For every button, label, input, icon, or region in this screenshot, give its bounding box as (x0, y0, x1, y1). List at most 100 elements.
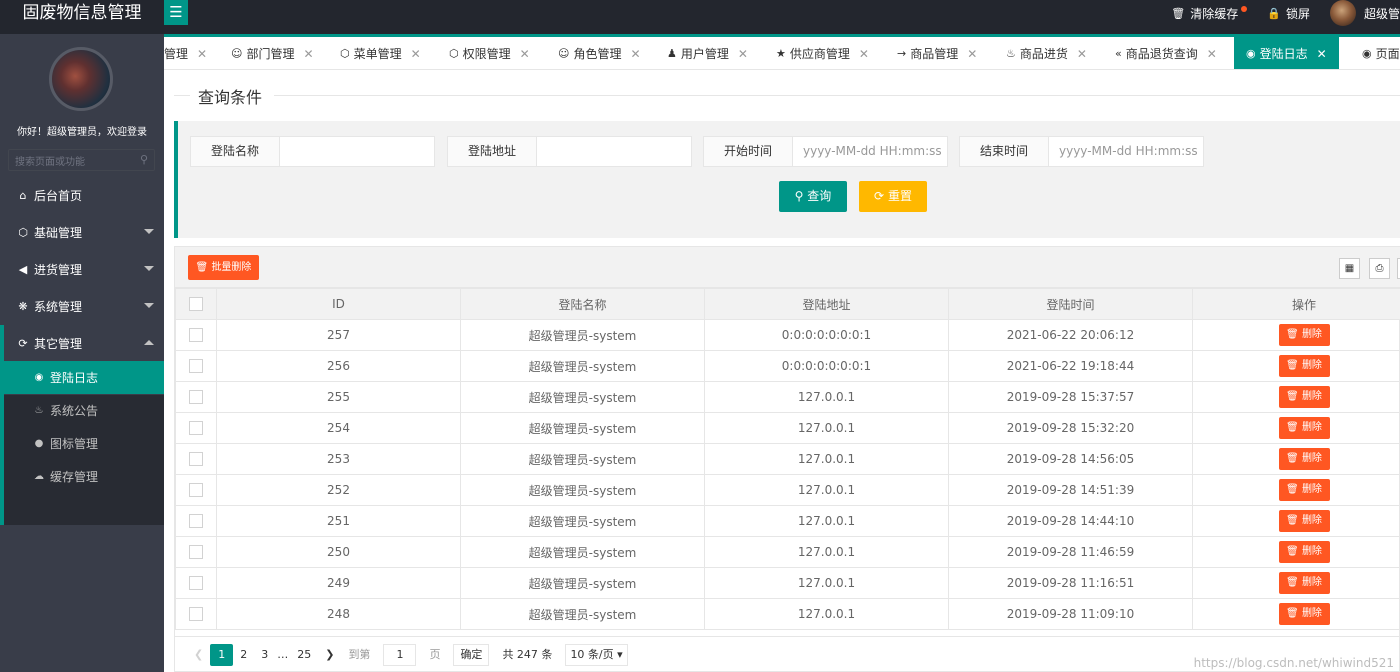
goto-page-input[interactable]: 1 (383, 643, 417, 666)
sidebar-subitem-label: 系统公告 (50, 404, 99, 418)
start-time-input[interactable]: yyyy-MM-dd HH:mm:ss (793, 136, 948, 167)
sidebar-item-purchase[interactable]: ◀ 进货管理 (0, 251, 164, 288)
delete-button[interactable]: 🗑 删除 (1278, 355, 1330, 377)
reset-button[interactable]: ⟳ 重置 (859, 181, 927, 212)
delete-button[interactable]: 🗑 删除 (1278, 448, 1330, 470)
eye-icon: ◉ (34, 372, 44, 383)
print-icon[interactable]: ⎙ (1369, 258, 1390, 279)
tab-page[interactable]: ◉ 页面 (1362, 37, 1400, 69)
page-size-select[interactable]: 10 条/页 ▾ (565, 643, 628, 666)
delete-button[interactable]: 🗑 删除 (1278, 479, 1330, 501)
columns-filter-icon[interactable]: ▦ (1339, 258, 1360, 279)
close-icon[interactable]: ✕ (1207, 47, 1217, 61)
sidebar-item-home[interactable]: ⌂ 后台首页 (0, 177, 164, 214)
delete-button[interactable]: 🗑 删除 (1278, 603, 1330, 625)
delete-button[interactable]: 🗑 删除 (1278, 510, 1330, 532)
select-all-checkbox[interactable] (189, 297, 203, 312)
user-menu[interactable]: 超级管 (1320, 0, 1400, 26)
cart-icon: → (897, 47, 907, 60)
tab-login-log[interactable]: ◉ 登陆日志 ✕ (1234, 37, 1339, 69)
cell-login-time: 2019-09-28 15:32:20 (948, 412, 1193, 444)
sidebar-subitem-notice[interactable]: ♨ 系统公告 (0, 394, 164, 427)
close-icon[interactable]: ✕ (1317, 47, 1327, 61)
sidebar-subitem-login-log[interactable]: ◉ 登陆日志 (0, 361, 164, 394)
close-icon[interactable]: ✕ (859, 47, 869, 61)
page-3[interactable]: 3 (254, 644, 275, 666)
cell-login-name: 超级管理员-system (460, 412, 705, 444)
delete-button[interactable]: 🗑 删除 (1278, 417, 1330, 439)
field-label: 登陆地址 (447, 136, 537, 167)
clear-cache-button[interactable]: 🗑 清除缓存 (1161, 0, 1257, 26)
row-checkbox[interactable] (189, 328, 203, 343)
tab-supplier[interactable]: ★ 供应商管理 ✕ (776, 37, 869, 69)
compass-icon: ● (34, 438, 44, 449)
column-header[interactable]: 登陆名称 (460, 288, 705, 320)
tab-goods-in[interactable]: ♨ 商品进货 ✕ (1006, 37, 1087, 69)
gear-icon: ❋ (18, 300, 28, 313)
batch-delete-button[interactable]: 🗑 批量删除 (188, 255, 259, 280)
tab-label: 商品进货 (1019, 47, 1068, 61)
row-checkbox[interactable] (189, 421, 203, 436)
delete-button[interactable]: 🗑 删除 (1278, 386, 1330, 408)
login-address-input[interactable] (537, 136, 692, 167)
row-checkbox[interactable] (189, 607, 203, 622)
delete-button[interactable]: 🗑 删除 (1278, 572, 1330, 594)
close-icon[interactable]: ✕ (630, 47, 640, 61)
column-header[interactable]: 登陆时间 (948, 288, 1193, 320)
user-outline-icon: ☺ (231, 47, 243, 60)
row-checkbox[interactable] (189, 545, 203, 560)
cell-login-address: 0:0:0:0:0:0:0:1 (704, 350, 949, 382)
sidebar-item-basic[interactable]: ⬡ 基础管理 (0, 214, 164, 251)
query-form: 登陆名称 登陆地址 开始时间 yyyy-MM-dd HH:mm:ss 结束时间 … (174, 121, 1400, 238)
column-header[interactable]: ID (216, 288, 461, 320)
close-icon[interactable]: ✕ (411, 47, 421, 61)
close-icon[interactable]: ✕ (967, 47, 977, 61)
sidebar-subitem-cache[interactable]: ☁ 缓存管理 (0, 460, 164, 493)
close-icon[interactable]: ✕ (197, 47, 207, 61)
next-page-icon[interactable]: ❯ (318, 644, 341, 666)
tab-bar: 管理 ✕ ☺ 部门管理 ✕ ⬡ 菜单管理 ✕ ⬡ 权限管理 ✕ ☺ 角色管理 ✕ ♟ 用户管理 ✕ ★… (164, 37, 1400, 70)
close-icon[interactable]: ✕ (738, 47, 748, 61)
cell-login-time: 2019-09-28 14:51:39 (948, 474, 1193, 506)
delete-button[interactable]: 🗑 删除 (1278, 541, 1330, 563)
page-2[interactable]: 2 (233, 644, 254, 666)
tab-role[interactable]: ☺ 角色管理 ✕ (558, 37, 641, 69)
tab-menu[interactable]: ⬡ 菜单管理 ✕ (340, 37, 421, 69)
row-checkbox[interactable] (189, 483, 203, 498)
hamburger-icon[interactable]: ☰ (164, 0, 188, 25)
close-icon[interactable]: ✕ (1077, 47, 1087, 61)
column-header[interactable]: 登陆地址 (704, 288, 949, 320)
sidebar-subitem-icons[interactable]: ● 图标管理 (0, 427, 164, 460)
tab-user[interactable]: ♟ 用户管理 ✕ (667, 37, 748, 69)
row-checkbox[interactable] (189, 514, 203, 529)
row-checkbox[interactable] (189, 576, 203, 591)
login-name-input[interactable] (280, 136, 435, 167)
login-address-field: 登陆地址 (447, 136, 692, 167)
row-checkbox[interactable] (189, 452, 203, 467)
tab-manage[interactable]: 管理 ✕ (164, 37, 207, 69)
tab-department[interactable]: ☺ 部门管理 ✕ (231, 37, 314, 69)
cell-id: 257 (216, 319, 461, 351)
end-time-input[interactable]: yyyy-MM-dd HH:mm:ss (1049, 136, 1204, 167)
goto-confirm-button[interactable]: 确定 (453, 643, 490, 666)
delete-button[interactable]: 🗑 删除 (1278, 324, 1330, 346)
cell-login-name: 超级管理员-system (460, 319, 705, 351)
close-icon[interactable]: ✕ (303, 47, 313, 61)
sidebar-item-other[interactable]: ⟳ 其它管理 (0, 325, 164, 362)
close-icon[interactable]: ✕ (520, 47, 530, 61)
cell-login-name: 超级管理员-system (460, 443, 705, 475)
lock-screen-button[interactable]: 🔒 锁屏 (1257, 0, 1320, 26)
tab-goods[interactable]: → 商品管理 ✕ (897, 37, 977, 69)
search-button[interactable]: ⚲ 查询 (779, 181, 847, 212)
row-checkbox[interactable] (189, 359, 203, 374)
prev-page-icon[interactable]: ❮ (187, 644, 210, 666)
row-checkbox[interactable] (189, 390, 203, 405)
sidebar-search-input[interactable]: 搜索页面或功能 ⚲ (8, 149, 155, 171)
tab-permission[interactable]: ⬡ 权限管理 ✕ (449, 37, 530, 69)
page-last[interactable]: 25 (290, 644, 318, 666)
sidebar-item-system[interactable]: ❋ 系统管理 (0, 288, 164, 325)
tab-goods-return[interactable]: «商品退货查询 ✕ (1115, 37, 1217, 69)
page-1[interactable]: 1 (210, 643, 234, 666)
table-row: 248 超级管理员-system 127.0.0.1 2019-09-28 11:09… (175, 598, 1400, 630)
page-unit-label: 页 (429, 647, 441, 661)
